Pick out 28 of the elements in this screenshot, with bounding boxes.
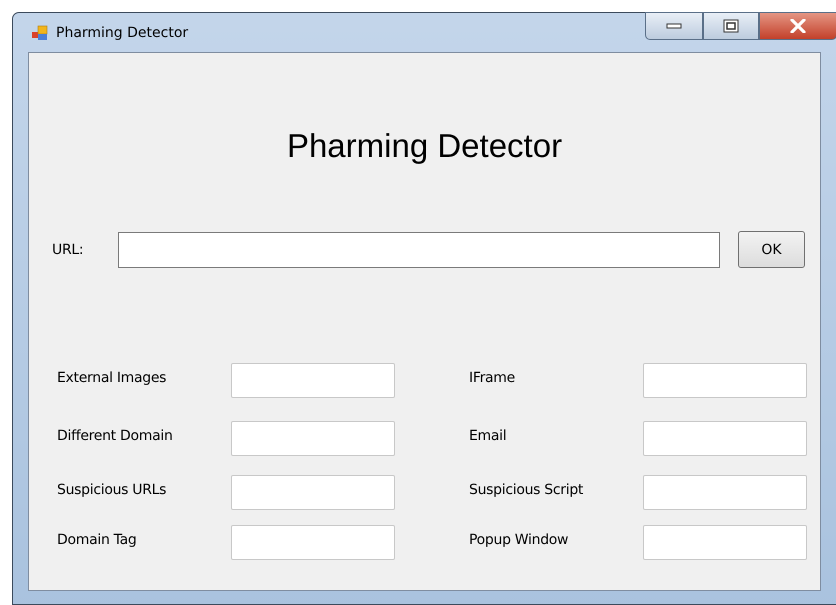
result-field[interactable] (231, 421, 395, 456)
url-field[interactable] (118, 232, 720, 268)
field-label: Email (469, 428, 508, 444)
result-field[interactable] (643, 363, 807, 398)
field-label: Suspicious URLs (57, 482, 168, 498)
close-button[interactable] (759, 12, 836, 40)
result-field[interactable] (231, 525, 395, 560)
field-label: Domain Tag (57, 532, 138, 548)
field-label: Suspicious Script (469, 482, 584, 498)
result-field[interactable] (643, 475, 807, 510)
field-label: External Images (57, 370, 168, 386)
ok-button[interactable]: OK (738, 231, 805, 268)
close-icon (789, 19, 807, 33)
field-label: Different Domain (57, 428, 174, 444)
form-heading: Pharming Detector (286, 126, 564, 166)
minimize-button[interactable] (645, 12, 703, 40)
maximize-icon (723, 19, 739, 33)
field-label: Popup Window (469, 532, 570, 548)
minimize-icon (666, 22, 682, 30)
result-field[interactable] (643, 421, 807, 456)
result-field[interactable] (231, 475, 395, 510)
url-label: URL: (52, 242, 84, 258)
maximize-button[interactable] (703, 12, 759, 40)
app-icon (32, 24, 48, 40)
window-title: Pharming Detector (56, 24, 188, 40)
result-field[interactable] (643, 525, 807, 560)
field-label: IFrame (469, 370, 516, 386)
result-field[interactable] (231, 363, 395, 398)
